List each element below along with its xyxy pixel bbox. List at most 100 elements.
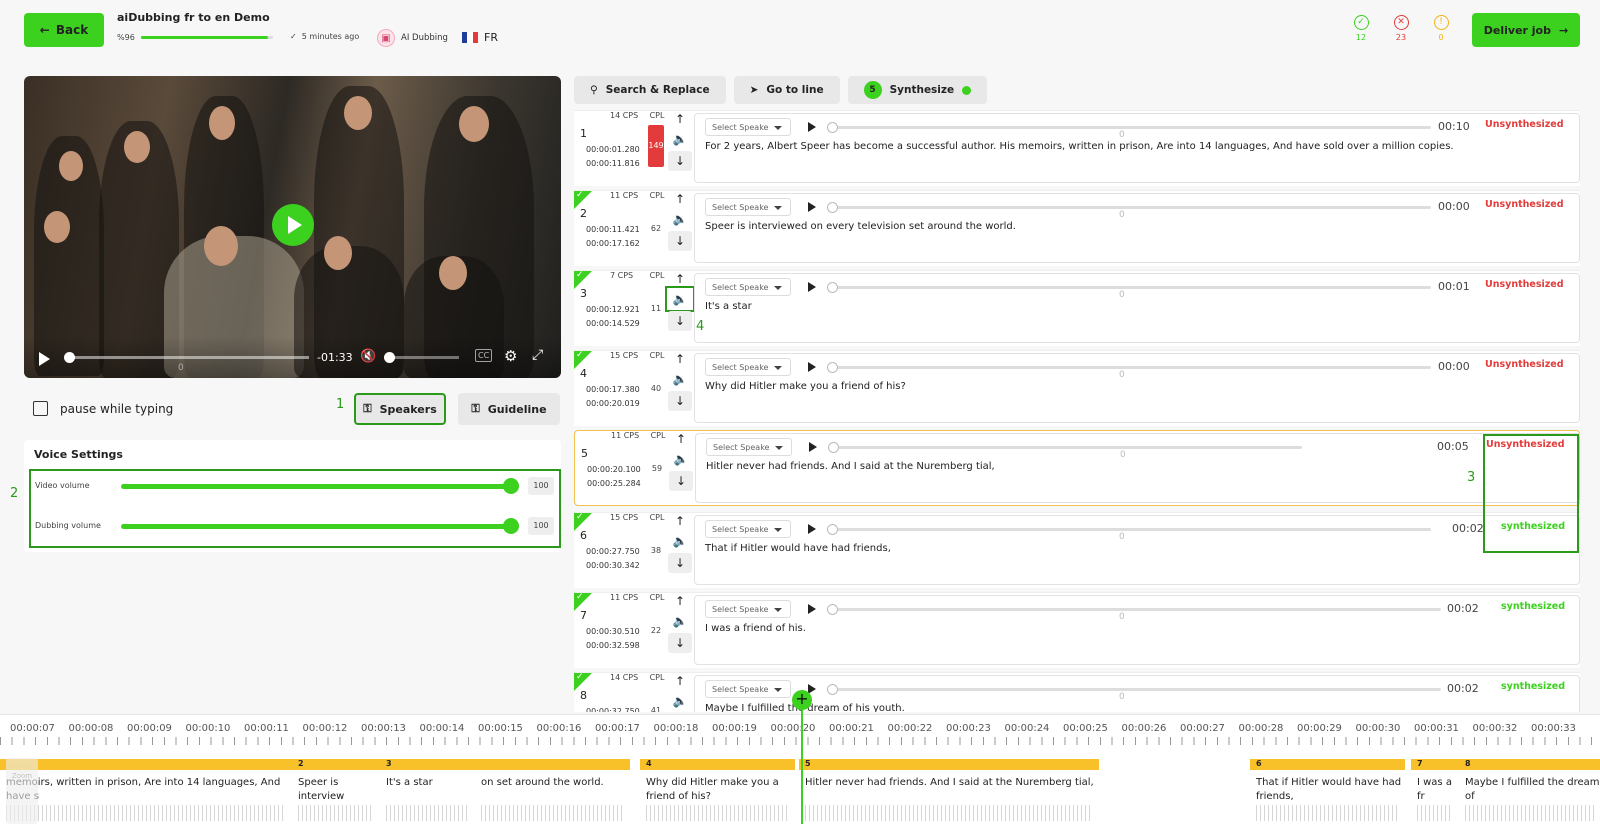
audio-handle[interactable] bbox=[827, 362, 838, 373]
add-segment-icon[interactable]: + bbox=[792, 690, 812, 710]
timeline-segment[interactable]: 2 Speer is interview bbox=[292, 759, 380, 824]
audio-handle[interactable] bbox=[827, 282, 838, 293]
subtitle-line[interactable]: 211 CPS00:00:11.42100:00:17.162CPL62↑🔈↓S… bbox=[574, 190, 1580, 266]
speaker-select[interactable]: Select Speake bbox=[705, 198, 791, 216]
audio-handle[interactable] bbox=[827, 122, 838, 133]
play-line-icon[interactable] bbox=[808, 362, 816, 372]
move-up-icon[interactable]: ↑ bbox=[668, 110, 692, 129]
timeline-segment[interactable]: 7 I was a fr bbox=[1411, 759, 1459, 824]
guideline-button[interactable]: ⚿ Guideline bbox=[458, 393, 560, 425]
move-up-icon[interactable]: ↑ bbox=[668, 189, 692, 209]
video-volume-handle[interactable] bbox=[503, 478, 519, 494]
dubbing-volume-value[interactable]: 100 bbox=[528, 517, 554, 535]
speaker-select[interactable]: Select Speake bbox=[705, 520, 791, 538]
play-line-icon[interactable] bbox=[808, 282, 816, 292]
captions-icon[interactable]: CC bbox=[475, 349, 493, 362]
move-up-icon[interactable]: ↑ bbox=[668, 349, 692, 369]
line-audio-track[interactable] bbox=[827, 122, 1431, 133]
timeline-playhead[interactable] bbox=[801, 708, 803, 824]
speaker-audio-icon[interactable]: 🔈 bbox=[668, 691, 692, 711]
speaker-audio-icon[interactable]: 🔈 bbox=[665, 286, 695, 312]
rejected-count[interactable]: ✕ 23 bbox=[1388, 15, 1414, 42]
line-audio-track[interactable] bbox=[827, 362, 1431, 373]
line-text[interactable]: I was a friend of his. bbox=[705, 623, 806, 634]
fullscreen-icon[interactable]: ⤢ bbox=[532, 347, 543, 363]
move-down-icon[interactable]: ↓ bbox=[669, 471, 693, 491]
subtitle-line[interactable]: 415 CPS00:00:17.38000:00:20.019CPL40↑🔈↓S… bbox=[574, 350, 1580, 426]
subtitle-lines-list[interactable]: 1 14 CPS 00:00:01.280 00:00:11.816 CPL 149 ↑ 🔈 ↓… bbox=[574, 110, 1580, 712]
timeline-segment[interactable]: memoirs, written in prison, Are into 14 … bbox=[0, 759, 292, 824]
zoom-control[interactable]: Zoom bbox=[6, 758, 38, 824]
play-line-icon[interactable] bbox=[809, 442, 817, 452]
play-line-icon[interactable] bbox=[808, 604, 816, 614]
line-text[interactable]: It's a star bbox=[705, 301, 752, 312]
line-text[interactable]: Hitler never had friends. And I said at … bbox=[706, 461, 995, 472]
video-seekbar[interactable] bbox=[69, 356, 309, 359]
line-audio-track[interactable] bbox=[828, 442, 1302, 453]
speakers-button[interactable]: ⚿ Speakers bbox=[354, 393, 446, 425]
play-line-icon[interactable] bbox=[808, 202, 816, 212]
approved-count[interactable]: ✓ 12 bbox=[1348, 15, 1374, 42]
dubbing-volume-handle[interactable] bbox=[503, 518, 519, 534]
line-text[interactable]: Why did Hitler make you a friend of his? bbox=[705, 381, 906, 392]
speaker-select[interactable]: Select Speake bbox=[705, 118, 791, 136]
timeline-segment[interactable]: 3 It's a star bbox=[380, 759, 475, 824]
play-icon[interactable] bbox=[39, 352, 50, 366]
pause-checkbox[interactable] bbox=[33, 401, 48, 416]
move-down-icon[interactable]: ↓ bbox=[668, 391, 692, 411]
speaker-audio-icon[interactable]: 🔈 bbox=[669, 449, 693, 469]
move-down-icon[interactable]: ↓ bbox=[668, 151, 692, 171]
speaker-select[interactable]: Select Speake bbox=[705, 680, 791, 698]
timeline[interactable]: 00:00:07 00:00:08 00:00:09 00:00:10 00:00:11… bbox=[0, 714, 1600, 824]
mute-icon[interactable]: 🔇 bbox=[360, 349, 376, 364]
speaker-audio-icon[interactable]: 🔈 bbox=[668, 369, 692, 389]
move-up-icon[interactable]: ↑ bbox=[668, 591, 692, 611]
move-down-icon[interactable]: ↓ bbox=[668, 633, 692, 653]
line-audio-track[interactable] bbox=[827, 282, 1431, 293]
subtitle-line[interactable]: 5 11 CPS 00:00:20.100 00:00:25.284 CPL 59 ↑ 🔈 ↓ S… bbox=[574, 430, 1580, 506]
move-up-icon[interactable]: ↑ bbox=[669, 429, 693, 449]
audio-handle[interactable] bbox=[827, 202, 838, 213]
play-line-icon[interactable] bbox=[808, 122, 816, 132]
search-replace-button[interactable]: ⚲ Search & Replace bbox=[574, 76, 726, 104]
move-down-icon[interactable]: ↓ bbox=[668, 231, 692, 251]
dubbing-volume-slider[interactable] bbox=[121, 524, 509, 529]
speaker-audio-icon[interactable]: 🔈 bbox=[668, 129, 692, 149]
timeline-segment[interactable]: on set around the world. bbox=[475, 759, 630, 824]
move-down-icon[interactable]: ↓ bbox=[668, 311, 692, 331]
move-up-icon[interactable]: ↑ bbox=[668, 511, 692, 531]
warning-count[interactable]: ! 0 bbox=[1428, 15, 1454, 42]
go-to-line-button[interactable]: ➤ Go to line bbox=[733, 76, 840, 104]
line-audio-track[interactable] bbox=[827, 202, 1431, 213]
speaker-audio-icon[interactable]: 🔈 bbox=[668, 209, 692, 229]
volume-slider[interactable] bbox=[389, 356, 459, 359]
subtitle-line[interactable]: 814 CPS00:00:32.75000:00:35.210CPL41↑🔈↓S… bbox=[574, 672, 1580, 712]
speaker-select[interactable]: Select Speake bbox=[705, 278, 791, 296]
timeline-segment[interactable]: 5 Hitler never had friends. And I said at… bbox=[799, 759, 1099, 824]
line-text[interactable]: That if Hitler would have had friends, bbox=[705, 543, 891, 554]
audio-handle[interactable] bbox=[827, 684, 838, 695]
deliver-job-button[interactable]: Deliver job → bbox=[1472, 13, 1580, 47]
timeline-ruler[interactable]: 00:00:07 00:00:08 00:00:09 00:00:10 00:00:11… bbox=[0, 715, 1600, 745]
timeline-segment[interactable]: 8 Maybe I fulfilled the dream of bbox=[1459, 759, 1600, 824]
speaker-audio-icon[interactable]: 🔈 bbox=[668, 531, 692, 551]
subtitle-line[interactable]: 1 14 CPS 00:00:01.280 00:00:11.816 CPL 149 ↑ 🔈 ↓… bbox=[574, 110, 1580, 186]
video-player[interactable]: 0 -01:33 🔇 CC ⚙ ⤢ bbox=[24, 76, 561, 378]
video-volume-slider[interactable] bbox=[121, 484, 509, 489]
video-volume-value[interactable]: 100 bbox=[528, 477, 554, 495]
speaker-audio-icon[interactable]: 🔈 bbox=[668, 611, 692, 631]
line-audio-track[interactable] bbox=[827, 684, 1441, 695]
play-overlay-button[interactable] bbox=[272, 204, 314, 246]
move-down-icon[interactable]: ↓ bbox=[668, 553, 692, 573]
speaker-select[interactable]: Select Speake bbox=[705, 600, 791, 618]
line-audio-track[interactable] bbox=[827, 604, 1441, 615]
volume-handle[interactable] bbox=[384, 352, 395, 363]
pause-while-typing[interactable]: pause while typing bbox=[33, 401, 173, 416]
subtitle-line[interactable]: 711 CPS00:00:30.51000:00:32.598CPL22↑🔈↓S… bbox=[574, 592, 1580, 668]
audio-handle[interactable] bbox=[828, 442, 839, 453]
timeline-segment[interactable]: 6 That if Hitler would have had friends, bbox=[1250, 759, 1405, 824]
seek-handle[interactable] bbox=[64, 352, 75, 363]
line-text[interactable]: For 2 years, Albert Speer has become a s… bbox=[705, 141, 1454, 152]
synthesize-button[interactable]: 5 Synthesize bbox=[847, 76, 988, 104]
speaker-select[interactable]: Select Speake bbox=[706, 438, 792, 456]
